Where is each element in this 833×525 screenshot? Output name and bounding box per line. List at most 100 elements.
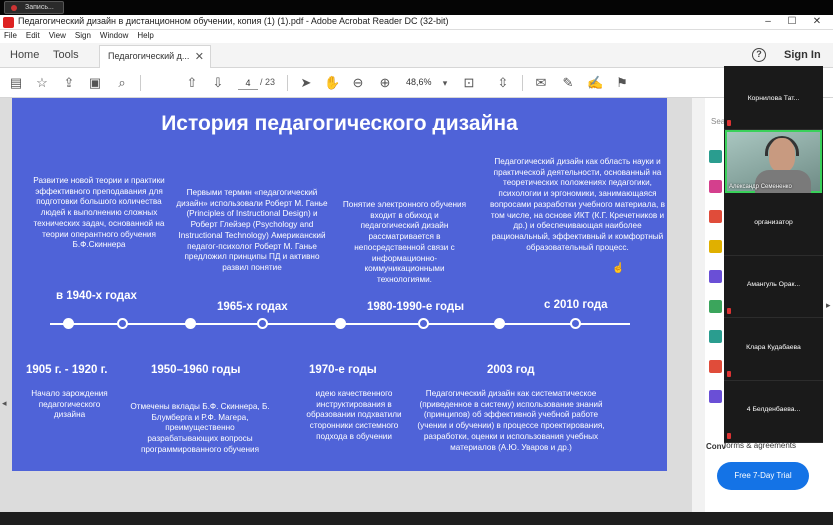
select-cursor-icon[interactable]: ➤ [298, 75, 314, 91]
screen: Запись... Педагогический дизайн в дистан… [0, 0, 833, 525]
page-total: / 23 [260, 77, 276, 87]
text-1905: Начало зарождения педагогического дизайн… [31, 389, 108, 420]
tab-home[interactable]: Home [10, 49, 39, 61]
divider [140, 75, 141, 91]
tab-bar: Home Tools Педагогический д... ✕ ? Sign … [0, 43, 833, 68]
slide-page: История педагогического дизайна Развитие… [12, 98, 667, 471]
record-icon [11, 5, 17, 11]
heading-1905: 1905 г. - 1920 г. [26, 364, 108, 376]
help-icon[interactable]: ? [752, 48, 766, 62]
page-number-input[interactable]: 4 [238, 76, 258, 90]
tools-more-label: Conv [706, 442, 726, 451]
protect-icon[interactable] [709, 390, 722, 403]
toolbar: ▤ ☆ ⇪ ▣ ⌕ ⇧ ⇩ 4 / 23 ➤ ✋ ⊖ ⊕ 48,6% ▾ ⊡ ⇳… [0, 68, 833, 98]
sign-icon[interactable]: ✍ [587, 75, 603, 91]
window-title: Педагогический дизайн в дистанционном об… [18, 16, 449, 26]
left-panel-toggle-icon[interactable]: ◂ [2, 398, 7, 409]
bottom-strip [0, 512, 833, 525]
timeline-dot [494, 318, 505, 329]
prev-page-icon[interactable]: ⇧ [184, 75, 200, 91]
heading-1940s: в 1940-х годах [56, 290, 137, 302]
combine-files-icon[interactable] [709, 270, 722, 283]
mic-muted-icon [727, 308, 731, 314]
zoom-in-icon[interactable]: ⊕ [377, 75, 393, 91]
minimize-button[interactable]: – [757, 15, 779, 30]
participant-tile[interactable]: Амангуль Орак... [724, 256, 823, 318]
text-1970s: идею качественного инструктирования в об… [306, 389, 402, 441]
participant-name: организатор [754, 219, 793, 226]
compress-icon[interactable] [709, 330, 722, 343]
comment-tool-icon[interactable] [709, 240, 722, 253]
timeline-dot [257, 318, 268, 329]
slide-title: История педагогического дизайна [161, 112, 518, 135]
timeline-dot [335, 318, 346, 329]
tab-document[interactable]: Педагогический д... ✕ [99, 45, 211, 68]
zoom-out-icon[interactable]: ⊖ [350, 75, 366, 91]
heading-1965s: 1965-х годах [217, 301, 288, 313]
close-button[interactable]: ✕ [806, 15, 828, 30]
free-trial-button[interactable]: Free 7-Day Trial [717, 462, 809, 490]
tab-document-label: Педагогический д... [108, 51, 190, 61]
divider [287, 75, 288, 91]
organize-pages-icon[interactable] [709, 300, 722, 313]
redact-icon[interactable] [709, 360, 722, 373]
fit-page-icon[interactable]: ⊡ [461, 75, 477, 91]
text-2010s: Педагогический дизайн как область науки … [490, 157, 665, 252]
menu-file[interactable]: File [4, 30, 17, 43]
participant-tile[interactable]: 4 Белденбаева... [724, 381, 823, 443]
scroll-mode-icon[interactable]: ⇳ [495, 75, 511, 91]
save-icon[interactable]: ▤ [8, 75, 24, 91]
tab-tools[interactable]: Tools [53, 49, 79, 61]
highlight-icon[interactable]: ✎ [560, 75, 576, 91]
text-1950s: Отмечены вклады Б.Ф. Скиннера, Б. Блумбе… [130, 402, 270, 454]
export-pdf-icon[interactable] [709, 150, 722, 163]
next-page-icon[interactable]: ⇩ [210, 75, 226, 91]
text-2003: Педагогический дизайн как систематическо… [417, 389, 605, 452]
menu-help[interactable]: Help [137, 30, 153, 43]
mouse-cursor-icon: ☝ [612, 263, 625, 274]
print-icon[interactable]: ▣ [87, 75, 103, 91]
fill-sign-icon[interactable]: ⚑ [614, 75, 630, 91]
divider [522, 75, 523, 91]
participants-panel: Корнилова Тат... Александр Семененко орг… [724, 66, 823, 443]
upload-icon[interactable]: ⇪ [61, 75, 77, 91]
mic-muted-icon [727, 371, 731, 377]
participant-name: Амангуль Орак... [746, 281, 801, 288]
sign-in-link[interactable]: Sign In [784, 49, 821, 61]
timeline-dot [418, 318, 429, 329]
menu-sign[interactable]: Sign [75, 30, 91, 43]
bookmark-star-icon[interactable]: ☆ [34, 75, 50, 91]
menu-view[interactable]: View [49, 30, 66, 43]
participant-name: Александр Семененко [729, 184, 792, 190]
search-zoom-icon[interactable]: ⌕ [114, 75, 130, 91]
participant-name: Клара Кудабаева [746, 344, 801, 351]
menu-bar: File Edit View Sign Window Help [0, 30, 833, 43]
maximize-button[interactable]: ☐ [781, 15, 803, 30]
edit-pdf-icon[interactable] [709, 210, 722, 223]
pane-scrollbar[interactable] [692, 98, 705, 512]
zoom-level[interactable]: 48,6% [406, 77, 432, 87]
comment-icon[interactable]: ✉ [533, 75, 549, 91]
hand-icon[interactable]: ✋ [324, 75, 340, 91]
participant-tile[interactable]: организатор [724, 194, 823, 256]
menu-window[interactable]: Window [100, 30, 128, 43]
heading-2010s: с 2010 года [544, 299, 608, 311]
recording-badge[interactable]: Запись... [4, 1, 64, 14]
participant-tile[interactable]: Корнилова Тат... [724, 66, 823, 130]
participant-name: Корнилова Тат... [747, 95, 800, 102]
participant-face [769, 138, 795, 172]
heading-2003: 2003 год [487, 364, 535, 376]
menu-edit[interactable]: Edit [26, 30, 40, 43]
timeline-dot [117, 318, 128, 329]
right-panel-toggle-icon[interactable]: ▸ [826, 300, 831, 311]
participant-tile[interactable]: Клара Кудабаева [724, 318, 823, 381]
title-bar: Педагогический дизайн в дистанционном об… [0, 15, 833, 30]
heading-1970s: 1970-е годы [309, 364, 377, 376]
participant-video[interactable]: Александр Семененко [725, 130, 822, 193]
timeline-dot [570, 318, 581, 329]
create-pdf-icon[interactable] [709, 180, 722, 193]
chevron-down-icon[interactable]: ▾ [437, 75, 453, 91]
tab-close-icon[interactable]: ✕ [195, 50, 204, 63]
mic-muted-icon [727, 120, 731, 126]
timeline-dot [185, 318, 196, 329]
